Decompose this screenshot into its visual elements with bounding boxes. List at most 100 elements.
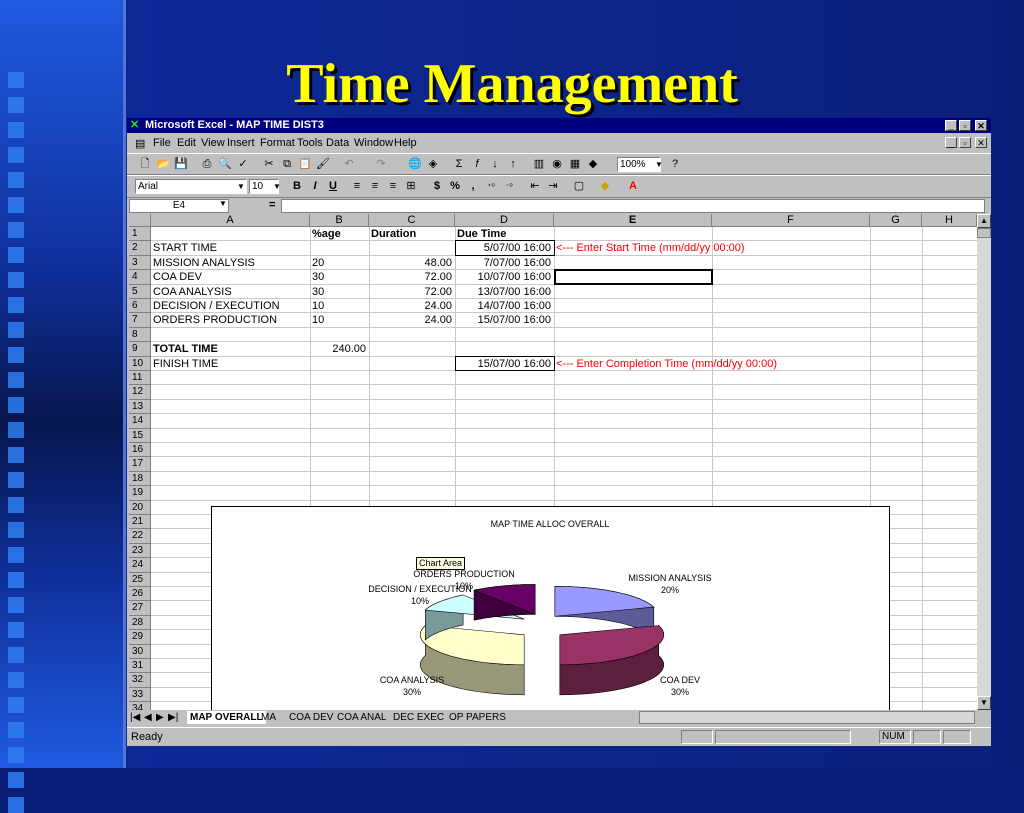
percentage-cell[interactable]: 240.00 [312, 342, 366, 356]
column-header-b[interactable]: B [310, 214, 369, 227]
row-header[interactable]: 12 [129, 385, 151, 400]
help-icon[interactable]: ? [667, 157, 683, 172]
menu-data[interactable]: Data [326, 137, 349, 149]
cut-icon[interactable]: ✂ [261, 157, 277, 172]
row-header[interactable]: 26 [129, 587, 151, 602]
next-sheet-icon[interactable]: ▶ [156, 711, 164, 724]
row-header[interactable]: 10 [129, 356, 151, 371]
scroll-up-icon[interactable]: ▲ [977, 214, 991, 228]
row-header[interactable]: 19 [129, 486, 151, 501]
sort-descending-icon[interactable]: ↑ [505, 157, 521, 172]
workbook-icon[interactable]: ▤ [135, 137, 145, 150]
scroll-thumb[interactable] [977, 228, 991, 238]
redo-icon[interactable]: ↷ [373, 157, 389, 172]
column-header-d[interactable]: D [455, 214, 554, 227]
row-header[interactable]: 3 [129, 255, 151, 271]
sheet-tab-op-papers[interactable]: OP PAPERS [449, 711, 506, 724]
row-header[interactable]: 18 [129, 471, 151, 487]
italic-button[interactable]: I [307, 179, 323, 194]
undo-icon[interactable]: ↶ [341, 157, 357, 172]
menu-edit[interactable]: Edit [177, 137, 196, 149]
task-name-cell[interactable]: START TIME [153, 241, 307, 255]
menu-format[interactable]: Format [260, 137, 295, 149]
borders-icon[interactable]: ▢ [571, 179, 587, 194]
print-icon[interactable]: ⎙ [199, 157, 215, 172]
align-right-icon[interactable]: ≡ [385, 179, 401, 194]
row-header[interactable]: 23 [129, 543, 151, 559]
paste-icon[interactable]: 📋 [297, 157, 313, 172]
close-icon[interactable]: ✕ [975, 120, 987, 131]
column-header-f[interactable]: F [712, 214, 870, 227]
formula-equals[interactable]: = [269, 199, 275, 211]
sheet-tab-coa-anal[interactable]: COA ANAL [337, 711, 386, 724]
row-header[interactable]: 15 [129, 428, 151, 443]
row-header[interactable]: 22 [129, 529, 151, 544]
open-icon[interactable]: 📂 [155, 157, 171, 172]
zoom-dropdown-icon[interactable]: ▼ [651, 157, 667, 172]
row-header[interactable]: 13 [129, 399, 151, 415]
task-name-cell[interactable]: COA ANALYSIS [153, 285, 307, 299]
task-name-cell[interactable]: MISSION ANALYSIS [153, 256, 307, 270]
row-header[interactable]: 9 [129, 342, 151, 357]
percentage-cell[interactable]: 10 [312, 313, 366, 327]
row-header[interactable]: 27 [129, 601, 151, 616]
doc-minimize-icon[interactable]: _ [945, 137, 957, 148]
due-time-cell[interactable]: 10/07/00 16:00 [457, 270, 551, 284]
row-header[interactable]: 32 [129, 673, 151, 688]
row-header[interactable]: 6 [129, 299, 151, 314]
row-header[interactable]: 33 [129, 687, 151, 703]
duration-cell[interactable]: 72.00 [371, 285, 452, 299]
restore-icon[interactable]: ▫ [959, 120, 971, 131]
sheet-tab-ma[interactable]: MA [261, 711, 276, 724]
task-name-cell[interactable]: TOTAL TIME [153, 342, 307, 356]
task-name-cell[interactable]: COA DEV [153, 270, 307, 284]
vertical-scrollbar[interactable]: ▲ ▼ [977, 214, 991, 710]
header-duration[interactable]: Duration [371, 227, 452, 241]
save-icon[interactable]: 💾 [173, 157, 189, 172]
row-header[interactable]: 29 [129, 630, 151, 645]
increase-decimal-icon[interactable]: ⁺⁰ [483, 179, 499, 194]
due-time-cell[interactable]: 14/07/00 16:00 [457, 299, 551, 313]
select-all-corner[interactable] [129, 214, 151, 227]
sheet-tab-map-overall[interactable]: MAP OVERALL [187, 711, 266, 724]
row-header[interactable]: 7 [129, 313, 151, 328]
size-dropdown-icon[interactable]: ▼ [269, 179, 285, 194]
task-name-cell[interactable]: FINISH TIME [153, 357, 307, 371]
currency-button[interactable]: $ [429, 179, 445, 194]
copy-icon[interactable]: ⧉ [279, 157, 295, 172]
web-toolbar-icon[interactable]: ◈ [425, 157, 441, 172]
doc-close-icon[interactable]: ✕ [975, 137, 987, 148]
font-color-icon[interactable]: A [625, 179, 641, 194]
active-cell-e4[interactable] [554, 269, 713, 285]
instruction-note[interactable]: <--- Enter Completion Time (mm/dd/yy 00:… [556, 357, 777, 371]
spreadsheet-grid[interactable]: A B C D E F G H 1 2 3 4 5 6 7 8 9 10 11 12 13 14 15 16 17 18 19 20 2… [129, 214, 977, 710]
column-header-e[interactable]: E [554, 214, 712, 227]
duration-cell[interactable]: 24.00 [371, 313, 452, 327]
last-sheet-icon[interactable]: ▶| [168, 711, 178, 724]
duration-cell[interactable]: 48.00 [371, 256, 452, 270]
formula-input[interactable] [281, 199, 985, 213]
menu-help[interactable]: Help [394, 137, 417, 149]
sheet-tab-coa-dev[interactable]: COA DEV [289, 711, 333, 724]
comma-button[interactable]: , [465, 179, 481, 194]
align-left-icon[interactable]: ≡ [349, 179, 365, 194]
menu-tools[interactable]: Tools [297, 137, 323, 149]
bold-button[interactable]: B [289, 179, 305, 194]
decrease-decimal-icon[interactable]: ⁻⁰ [501, 179, 517, 194]
scroll-down-icon[interactable]: ▼ [977, 696, 991, 710]
row-header[interactable]: 8 [129, 327, 151, 343]
percent-button[interactable]: % [447, 179, 463, 194]
header-percentage[interactable]: %age [312, 227, 366, 241]
map-icon[interactable]: ◉ [549, 157, 565, 172]
drawing-icon[interactable]: ▦ [567, 157, 583, 172]
sort-ascending-icon[interactable]: ↓ [487, 157, 503, 172]
underline-button[interactable]: U [325, 179, 341, 194]
row-header[interactable]: 17 [129, 457, 151, 472]
name-box-dropdown-icon[interactable]: ▼ [219, 199, 227, 208]
due-time-cell[interactable]: 13/07/00 16:00 [457, 285, 551, 299]
row-header[interactable]: 30 [129, 644, 151, 659]
spelling-icon[interactable]: ✓ [235, 157, 251, 172]
row-header[interactable]: 25 [129, 572, 151, 587]
task-name-cell[interactable]: ORDERS PRODUCTION [153, 313, 307, 327]
sheet-tab-dec-exec[interactable]: DEC EXEC [393, 711, 444, 724]
